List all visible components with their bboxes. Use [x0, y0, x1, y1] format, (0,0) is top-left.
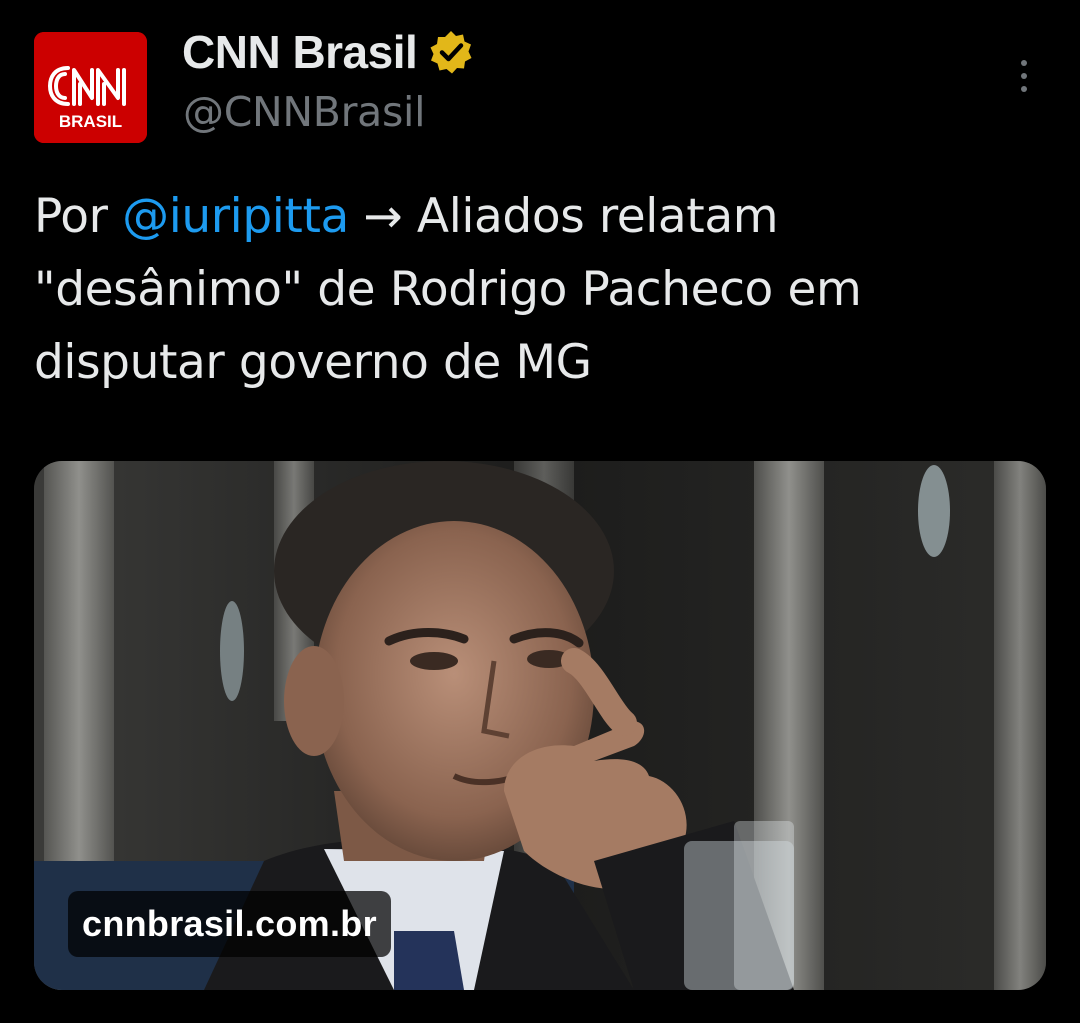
more-options-button[interactable] [1004, 52, 1044, 100]
author-handle[interactable]: @CNNBrasil [183, 88, 426, 136]
tweet-text-prefix: Por [34, 189, 123, 244]
author-name-row[interactable]: CNN Brasil [182, 24, 475, 80]
author-avatar[interactable]: BRASIL [34, 32, 147, 143]
tweet: BRASIL CNN Brasil @CNNBrasil Por @iuripi… [0, 0, 1080, 1023]
verified-badge-icon [427, 28, 475, 76]
more-dot [1021, 86, 1027, 92]
card-domain-badge: cnnbrasil.com.br [68, 891, 391, 957]
cnn-brasil-logo: BRASIL [34, 32, 147, 143]
avatar-subtitle: BRASIL [59, 112, 122, 131]
more-vertical-icon [1021, 60, 1027, 66]
mention-link[interactable]: @iuripitta [122, 189, 349, 244]
link-card[interactable]: cnnbrasil.com.br [34, 461, 1046, 990]
author-display-name[interactable]: CNN Brasil [182, 25, 418, 79]
tweet-text: Por @iuripitta → Aliados relatam "desâni… [34, 180, 1054, 399]
more-dot [1021, 73, 1027, 79]
